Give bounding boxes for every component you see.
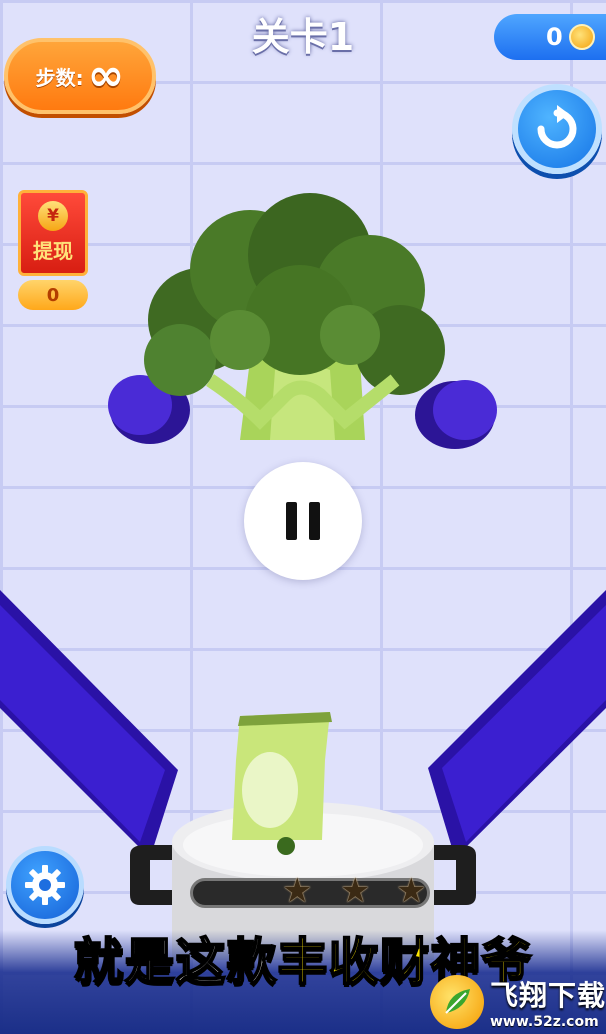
broccoli-stem-piece [232,712,332,855]
restart-icon [537,105,577,149]
withdraw-red-packet-button[interactable]: ¥ 提现 [18,190,88,276]
caption-part-1: 就是这款 [73,932,278,992]
broccoli-head [144,193,445,440]
coin-icon [568,24,595,50]
leaf-logo-icon [430,975,484,1029]
site-watermark: 飞翔下载 www.52z.com [430,970,606,1034]
pause-button[interactable] [244,462,362,580]
coin-value: 0 [546,23,563,51]
steps-counter: 步数: ∞ [4,38,156,114]
right-peg [415,380,497,449]
pause-icon-bar-right [309,502,320,540]
withdraw-label: 提现 [33,239,73,263]
watermark-name: 飞翔下载 [490,979,606,1012]
pause-icon-bar-left [286,502,297,540]
star-icon-2: ★ [340,871,371,911]
coin-counter: 0 [494,14,606,60]
watermark-url: www.52z.com [490,1014,599,1030]
restart-button[interactable] [512,84,602,174]
steps-value: ∞ [87,50,125,101]
settings-button[interactable] [6,846,84,924]
left-ramp [0,590,178,858]
star-icon-1: ★ [282,871,313,911]
gear-icon [25,865,65,905]
steps-label: 步数: [35,65,84,90]
cash-amount: 0 [18,280,88,310]
star-icon-3: ★ [396,871,427,911]
right-ramp [428,590,606,858]
yuan-icon: ¥ [38,201,68,231]
